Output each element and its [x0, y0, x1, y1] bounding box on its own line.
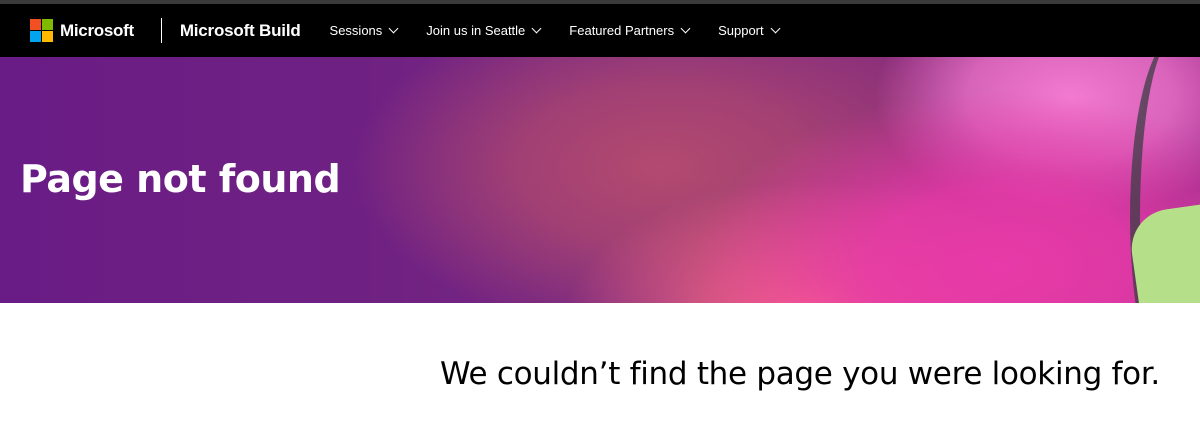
nav-item-sessions[interactable]: Sessions: [329, 23, 399, 38]
microsoft-logo-icon: [30, 19, 53, 42]
nav-item-label: Featured Partners: [569, 23, 675, 38]
chevron-down-icon: [680, 23, 691, 34]
nav-item-support[interactable]: Support: [718, 23, 781, 38]
site-header: Microsoft Microsoft Build Sessions Join …: [0, 4, 1200, 57]
page-title: Page not found: [20, 157, 341, 201]
logo-square-yellow: [42, 31, 53, 42]
nav-item-label: Sessions: [329, 23, 383, 38]
logo-square-red: [30, 19, 41, 30]
main-nav: Sessions Join us in Seattle Featured Par…: [329, 4, 808, 57]
brand-text: Microsoft: [60, 20, 134, 40]
hero-banner: Page not found: [0, 57, 1200, 303]
chevron-down-icon: [388, 23, 399, 34]
nav-item-join-us-in-seattle[interactable]: Join us in Seattle: [426, 23, 542, 38]
chevron-down-icon: [770, 23, 781, 34]
logo-square-green: [42, 19, 53, 30]
logo-square-blue: [30, 31, 41, 42]
nav-item-label: Join us in Seattle: [426, 23, 526, 38]
site-title-link[interactable]: Microsoft Build: [180, 21, 301, 41]
microsoft-logo-link[interactable]: Microsoft: [30, 4, 134, 57]
nav-item-label: Support: [718, 23, 764, 38]
not-found-message: We couldn’t find the page you were looki…: [440, 356, 1160, 392]
nav-item-featured-partners[interactable]: Featured Partners: [569, 23, 691, 38]
chevron-down-icon: [531, 23, 542, 34]
header-divider: [160, 18, 162, 43]
